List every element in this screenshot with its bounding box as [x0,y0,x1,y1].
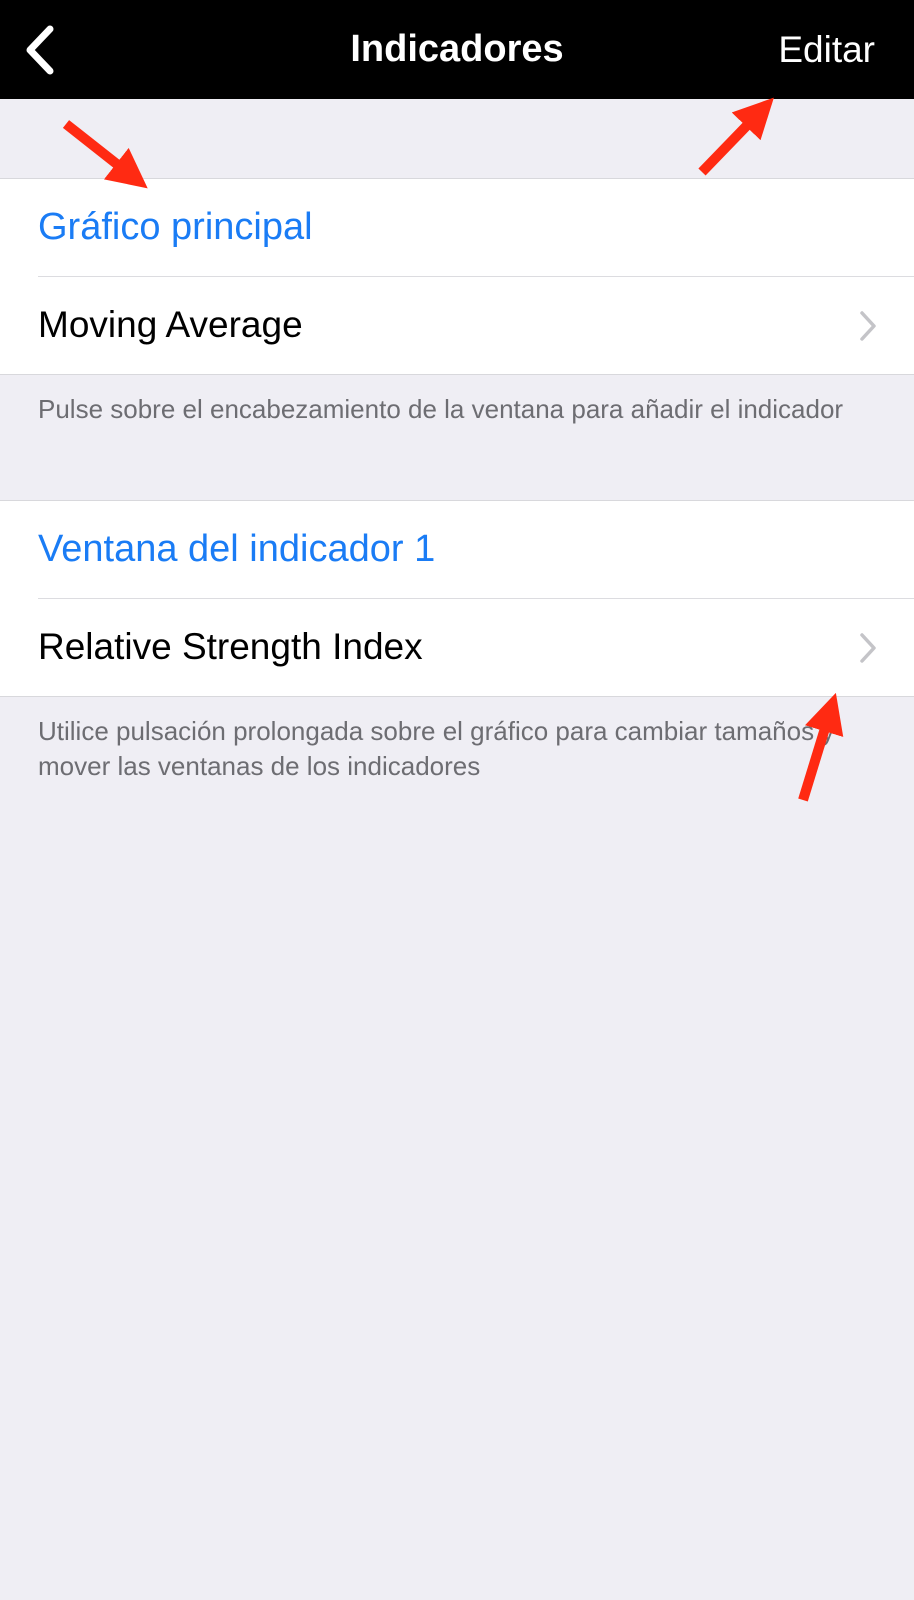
section-header-label: Gráfico principal [38,206,313,248]
arrow-icon [62,120,148,189]
section-header-indicator-window-1[interactable]: Ventana del indicador 1 [0,501,914,598]
section-footer-note: Pulse sobre el encabezamiento de la vent… [38,394,844,424]
list-item-moving-average[interactable]: Moving Average [0,276,914,374]
section-footer-note: Utilice pulsación prolongada sobre el gr… [38,716,835,781]
page-title: Indicadores [350,28,564,70]
section-header-main-chart[interactable]: Gráfico principal [0,179,914,276]
back-button[interactable] [14,22,64,78]
list-item-label: Relative Strength Index [38,626,423,667]
chevron-right-icon [860,633,876,663]
section-main-chart: Gráfico principal Moving Average [0,178,914,375]
edit-button[interactable]: Editar [778,0,875,99]
arrow-icon [698,97,774,176]
list-item-relative-strength-index[interactable]: Relative Strength Index [0,598,914,696]
list-item-label: Moving Average [38,304,303,345]
chevron-right-icon [860,311,876,341]
section-indicator-window-1: Ventana del indicador 1 Relative Strengt… [0,500,914,697]
chevron-left-icon [26,25,54,75]
navigation-bar: Indicadores Editar [0,0,914,99]
section-header-label: Ventana del indicador 1 [38,528,436,570]
